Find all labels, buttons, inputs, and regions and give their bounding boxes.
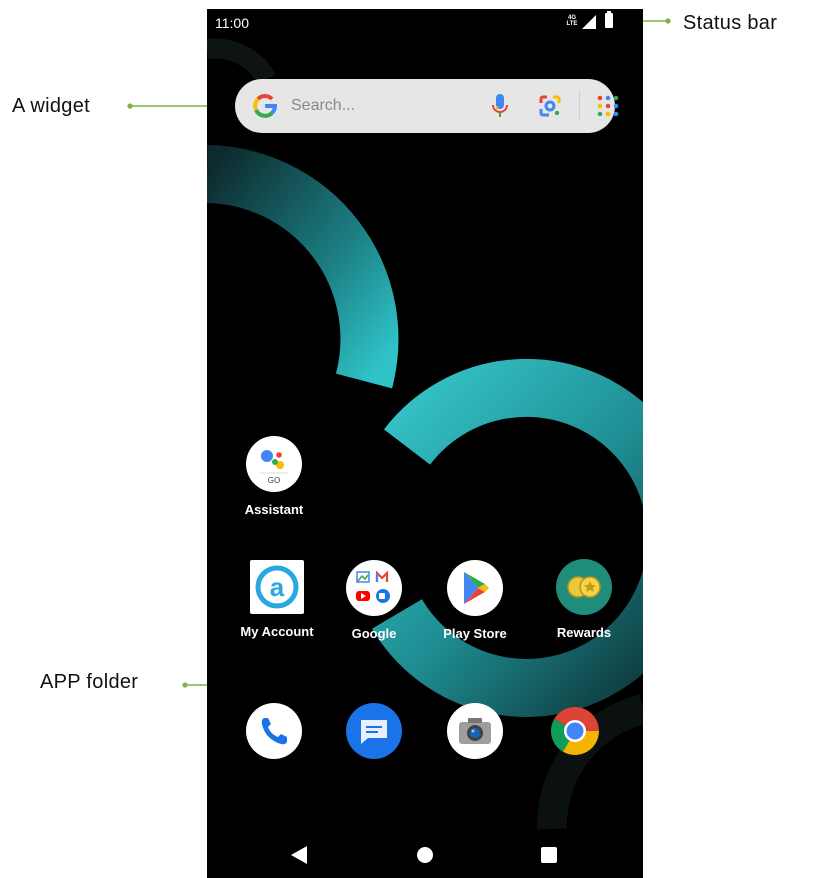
chrome-icon xyxy=(547,703,603,759)
google-search-widget[interactable] xyxy=(235,79,619,133)
app-play-store[interactable]: Play Store xyxy=(425,560,525,641)
app-folder-annotation: APP folder xyxy=(40,671,139,693)
recents-icon[interactable] xyxy=(541,847,557,863)
phone-screen: 11:00 4G LTE Search... GO Assistant a My… xyxy=(207,9,643,878)
google-lens-icon[interactable] xyxy=(537,93,563,119)
app-label: Rewards xyxy=(556,625,612,640)
phone-icon xyxy=(246,703,302,759)
play-store-icon xyxy=(447,560,503,616)
svg-text:GO: GO xyxy=(268,476,280,485)
network-type: 4G LTE xyxy=(566,15,578,27)
widget-divider xyxy=(579,91,580,121)
home-icon[interactable] xyxy=(417,847,433,863)
mic-icon[interactable] xyxy=(491,93,509,119)
search-input[interactable] xyxy=(291,95,471,117)
widget-annotation: A widget xyxy=(12,95,91,117)
apps-grid-icon[interactable] xyxy=(595,93,621,119)
app-rewards[interactable]: Rewards xyxy=(534,559,634,640)
app-assistant[interactable]: GO Assistant xyxy=(224,436,324,517)
assistant-icon: GO xyxy=(246,436,302,492)
back-icon[interactable] xyxy=(291,846,307,864)
app-my-account[interactable]: a My Account xyxy=(227,560,327,639)
signal-icon xyxy=(582,15,596,29)
app-label: Assistant xyxy=(244,502,304,517)
my-account-icon: a xyxy=(250,560,304,614)
svg-text:a: a xyxy=(270,572,285,602)
status-bar: 11:00 4G LTE xyxy=(207,9,643,37)
clock: 11:00 xyxy=(215,15,249,31)
dock-chrome[interactable] xyxy=(547,703,603,759)
dock-messages[interactable] xyxy=(346,703,402,759)
app-label: Google xyxy=(351,626,397,641)
dock-phone[interactable] xyxy=(246,703,302,759)
google-g-icon xyxy=(253,94,278,118)
status-bar-annotation: Status bar xyxy=(683,12,778,34)
navigation-bar xyxy=(207,829,643,878)
rewards-icon xyxy=(556,559,612,615)
dock-camera[interactable] xyxy=(447,703,503,759)
app-label: My Account xyxy=(240,624,314,639)
battery-icon xyxy=(605,11,613,28)
messages-icon xyxy=(346,703,402,759)
app-label: Play Store xyxy=(443,626,507,641)
google-folder-icon xyxy=(346,560,402,616)
app-folder-google[interactable]: Google xyxy=(324,560,424,641)
camera-icon xyxy=(447,703,503,759)
